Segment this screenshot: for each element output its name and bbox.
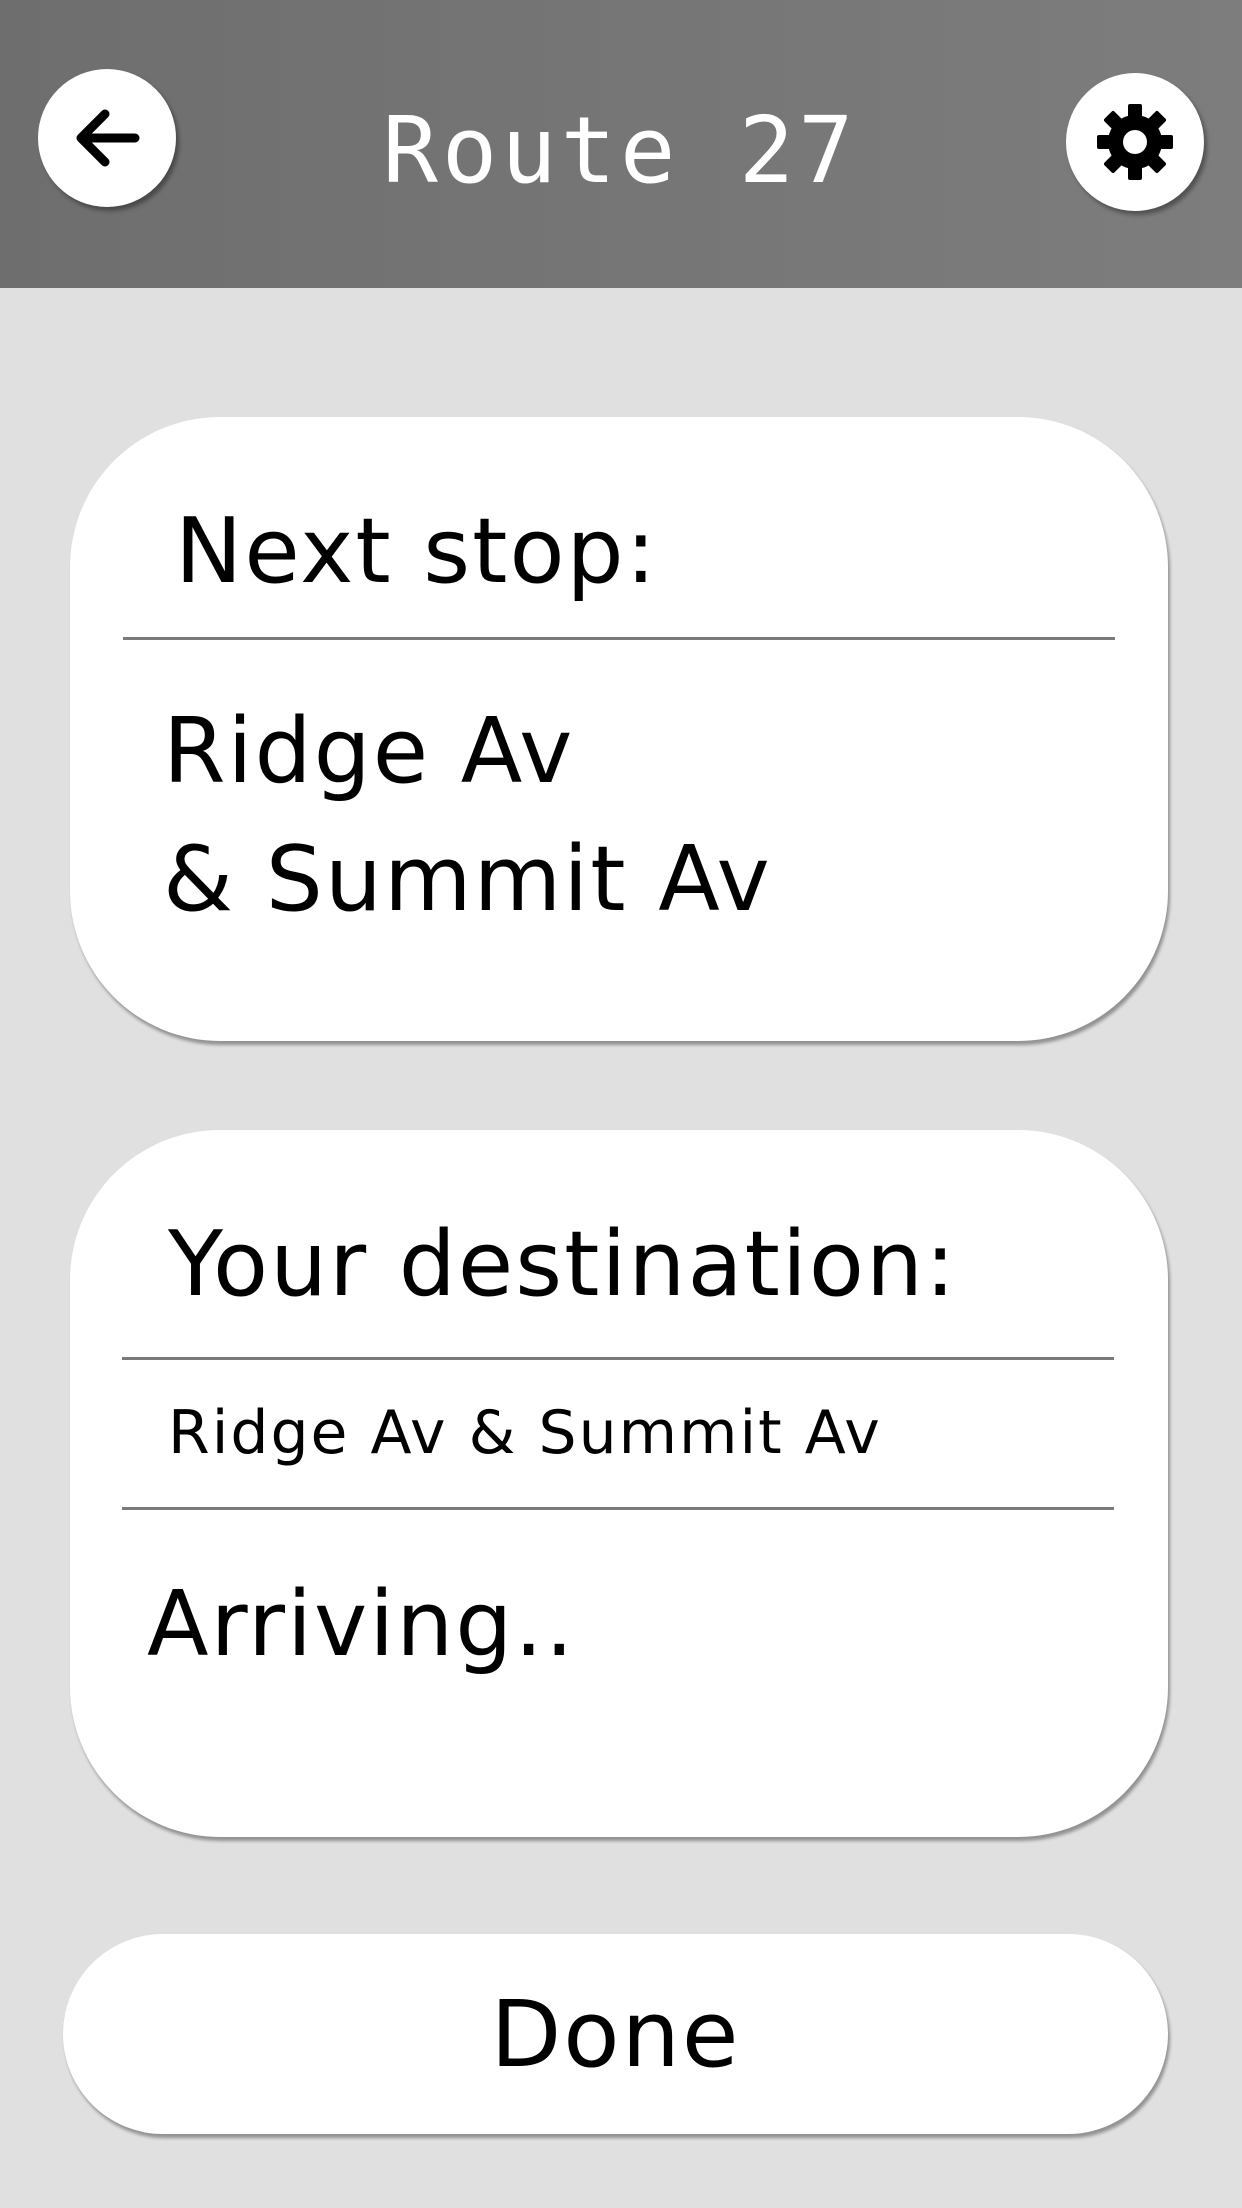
arrival-status: Arriving..	[147, 1572, 576, 1677]
gear-icon	[1097, 104, 1173, 180]
back-button[interactable]	[38, 69, 176, 207]
destination-label: Your destination:	[168, 1212, 958, 1317]
divider	[123, 637, 1115, 640]
next-stop-label: Next stop:	[175, 499, 658, 604]
done-button[interactable]: Done	[63, 1934, 1168, 2134]
divider	[122, 1507, 1114, 1510]
next-stop-card: Next stop: Ridge Av & Summit Av	[70, 417, 1168, 1041]
arrow-left-icon	[76, 109, 140, 167]
done-button-label: Done	[490, 1980, 741, 2088]
destination-value: Ridge Av & Summit Av	[168, 1398, 882, 1468]
page-title: Route 27	[382, 97, 858, 204]
settings-button[interactable]	[1066, 73, 1204, 211]
next-stop-line1: Ridge Av	[163, 699, 575, 804]
app-header: Route 27	[0, 0, 1242, 288]
next-stop-line2: & Summit Av	[163, 827, 772, 932]
divider	[122, 1357, 1114, 1360]
destination-card: Your destination: Ridge Av & Summit Av A…	[70, 1130, 1168, 1837]
